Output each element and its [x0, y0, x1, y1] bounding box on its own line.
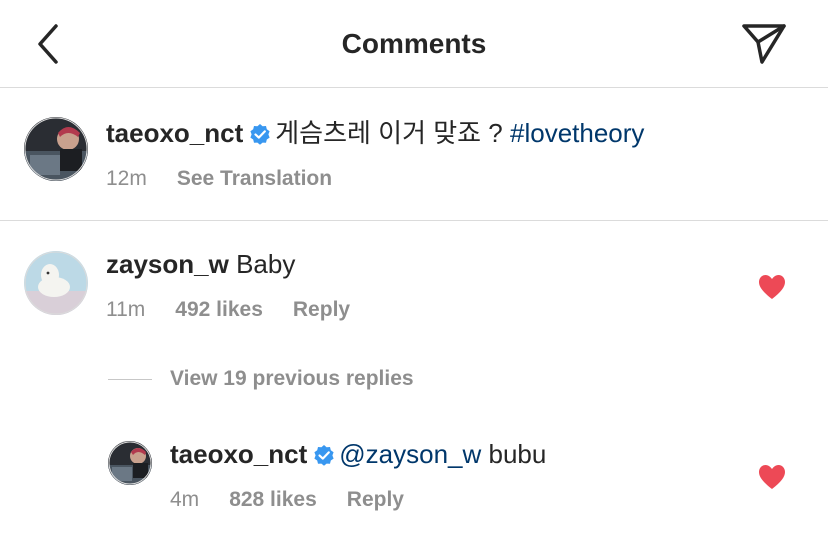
share-button[interactable] [738, 20, 790, 68]
caption-meta: 12m See Translation [106, 166, 362, 192]
reply-heart-icon[interactable] [757, 463, 787, 491]
header-bar: Comments [0, 0, 828, 88]
comment-text: Baby [236, 249, 296, 279]
comment-username[interactable]: zayson_w [106, 249, 229, 279]
reply-username[interactable]: taeoxo_nct [170, 439, 307, 469]
page-title: Comments [341, 28, 487, 59]
comment-likes-button[interactable]: 492 likes [175, 298, 263, 321]
comment-line: zayson_w Baby [106, 248, 295, 280]
paper-plane-icon [742, 24, 786, 64]
caption-timestamp: 12m [106, 167, 147, 190]
reply-likes-button[interactable]: 828 likes [229, 488, 317, 511]
view-replies-label: View 19 previous replies [170, 367, 414, 390]
caption-username[interactable]: taeoxo_nct [106, 118, 243, 148]
comment-heart-icon[interactable] [757, 273, 787, 301]
caption-line: taeoxo_nct 게슴츠레 이거 맞죠 ? #lovetheory [106, 117, 644, 149]
reply-text: bubu [488, 439, 547, 469]
reply-meta: 4m 828 likes Reply [170, 487, 434, 513]
avatar[interactable] [24, 117, 88, 181]
avatar[interactable] [108, 441, 152, 485]
comment-reply-button[interactable]: Reply [293, 298, 350, 321]
post-caption: taeoxo_nct 게슴츠레 이거 맞죠 ? #lovetheory 12m Se… [0, 89, 828, 221]
avatar[interactable] [24, 251, 88, 315]
verified-badge-icon [313, 441, 335, 466]
see-translation-button[interactable]: See Translation [177, 167, 332, 190]
reply-reply-button[interactable]: Reply [347, 488, 404, 511]
divider [108, 378, 152, 380]
comment-timestamp: 11m [106, 298, 146, 321]
view-previous-replies-button[interactable]: View 19 previous replies [108, 367, 414, 395]
reply-line: taeoxo_nct @zayson_w bubu [170, 438, 546, 470]
caption-text: 게슴츠레 이거 맞죠 ? [275, 118, 503, 148]
verified-badge-icon [249, 120, 271, 145]
reply-mention[interactable]: @zayson_w [339, 439, 481, 469]
caption-hashtag[interactable]: #lovetheory [510, 118, 644, 148]
comment-meta: 11m 492 likes Reply [106, 297, 380, 323]
reply-timestamp: 4m [170, 488, 200, 511]
